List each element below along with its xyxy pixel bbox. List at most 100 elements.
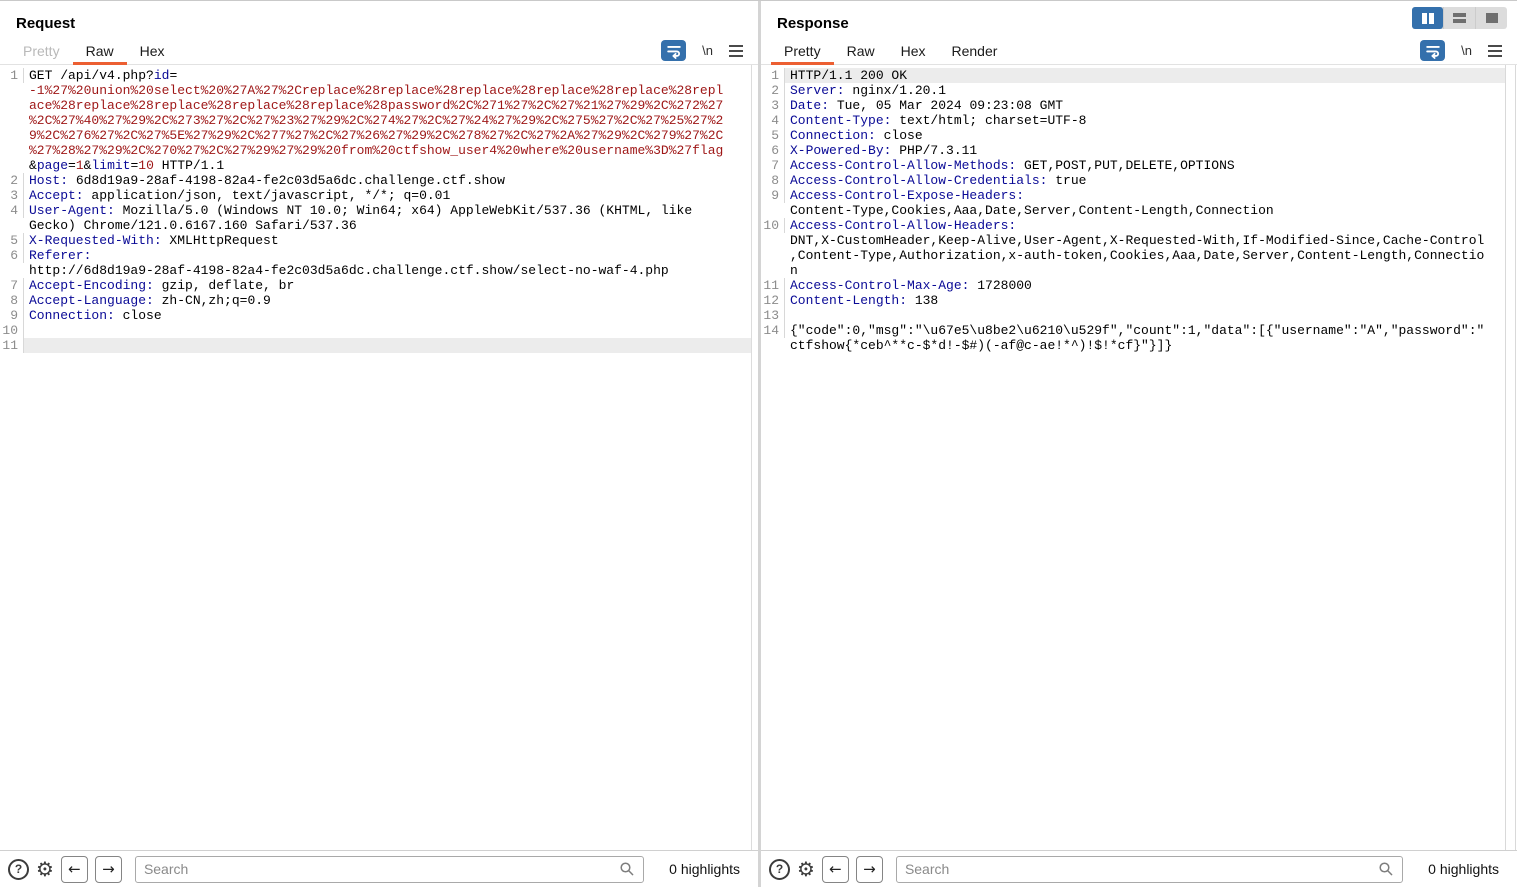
code-line[interactable]: 12 Content-Length: 138 xyxy=(761,293,1505,308)
code-text: Connection: close xyxy=(790,128,923,143)
help-icon[interactable]: ? xyxy=(769,858,790,880)
layout-columns-button[interactable] xyxy=(1412,7,1443,29)
code-line[interactable]: 2 Host: 6d8d19a9-28af-4198-82a4-fe2c03d5a… xyxy=(0,173,751,188)
show-newlines-toggle[interactable]: \n xyxy=(702,43,713,58)
gear-icon[interactable]: ⚙ xyxy=(36,859,54,879)
code-line[interactable]: 6 Referer: http://6d8d19a9-28af-4198-82a4… xyxy=(0,248,751,278)
line-number: 9 xyxy=(761,188,785,203)
line-number: 5 xyxy=(761,128,785,143)
code-text: Access-Control-Expose-Headers: Content-T… xyxy=(790,188,1274,218)
response-tab-hex[interactable]: Hex xyxy=(888,37,939,64)
code-line[interactable]: 8 Access-Control-Allow-Credentials: true xyxy=(761,173,1505,188)
word-wrap-toggle-button[interactable] xyxy=(1420,40,1446,61)
code-line[interactable]: 7 Accept-Encoding: gzip, deflate, br xyxy=(0,278,751,293)
layout-single-button[interactable] xyxy=(1475,7,1507,29)
code-line[interactable]: 6 X-Powered-By: PHP/7.3.11 xyxy=(761,143,1505,158)
layout-selector xyxy=(1412,7,1507,29)
line-number: 12 xyxy=(761,293,785,308)
code-text: Access-Control-Max-Age: 1728000 xyxy=(790,278,1032,293)
next-match-button[interactable]: → xyxy=(855,855,883,883)
code-line[interactable]: 5 X-Requested-With: XMLHttpRequest xyxy=(0,233,751,248)
line-number: 10 xyxy=(761,218,785,233)
code-line[interactable]: 10 xyxy=(0,323,751,338)
line-number: 2 xyxy=(0,173,24,188)
request-tab-raw[interactable]: Raw xyxy=(72,37,127,65)
code-text: Connection: close xyxy=(29,308,162,323)
line-number: 7 xyxy=(0,278,24,293)
request-editor-zone: 1 GET /api/v4.php?id= -1%27%20union%20sel… xyxy=(0,65,752,850)
code-text: Access-Control-Allow-Headers: DNT,X-Cust… xyxy=(790,218,1485,278)
code-line[interactable]: 5 Connection: close xyxy=(761,128,1505,143)
response-tab-bar: Pretty Raw Hex Render \n xyxy=(761,37,1517,65)
request-tab-pretty[interactable]: Pretty xyxy=(10,37,73,64)
request-tab-bar: Pretty Raw Hex \n xyxy=(0,37,758,65)
code-line[interactable]: 2 Server: nginx/1.20.1 xyxy=(761,83,1505,98)
response-tab-pretty[interactable]: Pretty xyxy=(771,37,834,65)
request-tab-hex[interactable]: Hex xyxy=(127,37,178,64)
code-text: Date: Tue, 05 Mar 2024 09:23:08 GMT xyxy=(790,98,1064,113)
request-search-box xyxy=(134,855,645,883)
word-wrap-toggle-button[interactable] xyxy=(661,40,687,61)
request-search-input[interactable] xyxy=(135,861,620,877)
line-number: 4 xyxy=(761,113,785,128)
search-icon xyxy=(619,861,635,877)
request-editor[interactable]: 1 GET /api/v4.php?id= -1%27%20union%20sel… xyxy=(0,65,751,850)
line-number: 14 xyxy=(761,323,785,338)
code-text: Host: 6d8d19a9-28af-4198-82a4-fe2c03d5a6… xyxy=(29,173,505,188)
code-line[interactable]: 4 User-Agent: Mozilla/5.0 (Windows NT 10.… xyxy=(0,203,751,233)
line-number: 9 xyxy=(0,308,24,323)
line-number: 11 xyxy=(0,338,24,353)
code-text: Access-Control-Allow-Methods: GET,POST,P… xyxy=(790,158,1235,173)
code-line[interactable]: 11 xyxy=(0,338,751,353)
help-icon[interactable]: ? xyxy=(8,858,29,880)
code-text: Access-Control-Allow-Credentials: true xyxy=(790,173,1087,188)
response-editor-zone: 1 HTTP/1.1 200 OK 2 Server: nginx/1.20.1 3 Da… xyxy=(761,65,1517,850)
response-tab-raw[interactable]: Raw xyxy=(834,37,888,64)
line-number: 2 xyxy=(761,83,785,98)
prev-match-button[interactable]: ← xyxy=(60,855,88,883)
code-line[interactable]: 9 Access-Control-Expose-Headers: Content-… xyxy=(761,188,1505,218)
code-line[interactable]: 10 Access-Control-Allow-Headers: DNT,X-Cu… xyxy=(761,218,1505,278)
editor-menu-button[interactable] xyxy=(1488,44,1502,57)
line-number: 6 xyxy=(0,248,24,263)
request-title: Request xyxy=(16,15,76,32)
code-text: {"code":0,"msg":"\u67e5\u8be2\u6210\u529… xyxy=(790,323,1485,353)
editor-menu-button[interactable] xyxy=(729,44,743,57)
line-number: 1 xyxy=(0,68,24,83)
single-layout-icon xyxy=(1485,13,1498,23)
code-line[interactable]: 14 {"code":0,"msg":"\u67e5\u8be2\u6210\u5… xyxy=(761,323,1505,353)
request-bottom-bar: ? ⚙ ← → 0 highlights xyxy=(0,850,758,887)
prev-match-button[interactable]: ← xyxy=(821,855,849,883)
code-line[interactable]: 3 Date: Tue, 05 Mar 2024 09:23:08 GMT xyxy=(761,98,1505,113)
line-number: 6 xyxy=(761,143,785,158)
code-line[interactable]: 13 xyxy=(761,308,1505,323)
code-text: Server: nginx/1.20.1 xyxy=(790,83,947,98)
code-line[interactable]: 1 GET /api/v4.php?id= -1%27%20union%20sel… xyxy=(0,68,751,173)
gear-icon[interactable]: ⚙ xyxy=(797,859,815,879)
code-line[interactable]: 1 HTTP/1.1 200 OK xyxy=(761,68,1505,83)
code-text: HTTP/1.1 200 OK xyxy=(785,68,1505,83)
response-scrollbar-gutter[interactable] xyxy=(1505,65,1516,850)
code-text: GET /api/v4.php?id= -1%27%20union%20sele… xyxy=(29,68,724,173)
code-line[interactable]: 9 Connection: close xyxy=(0,308,751,323)
show-newlines-toggle[interactable]: \n xyxy=(1461,43,1472,58)
line-number: 3 xyxy=(0,188,24,203)
code-text: User-Agent: Mozilla/5.0 (Windows NT 10.0… xyxy=(29,203,693,233)
code-line[interactable]: 7 Access-Control-Allow-Methods: GET,POST,… xyxy=(761,158,1505,173)
request-tab-tools: \n xyxy=(661,37,758,64)
response-tab-tools: \n xyxy=(1420,37,1517,64)
code-line[interactable]: 4 Content-Type: text/html; charset=UTF-8 xyxy=(761,113,1505,128)
response-panel: Response Pretty Raw Hex Render \n 1 HTTP… xyxy=(761,1,1517,887)
code-line[interactable]: 3 Accept: application/json, text/javascri… xyxy=(0,188,751,203)
response-search-input[interactable] xyxy=(896,861,1379,877)
line-number: 10 xyxy=(0,323,24,338)
next-match-button[interactable]: → xyxy=(94,855,122,883)
code-line[interactable]: 11 Access-Control-Max-Age: 1728000 xyxy=(761,278,1505,293)
response-editor[interactable]: 1 HTTP/1.1 200 OK 2 Server: nginx/1.20.1 3 Da… xyxy=(761,65,1505,850)
layout-rows-button[interactable] xyxy=(1443,7,1475,29)
response-tab-render[interactable]: Render xyxy=(939,37,1011,64)
line-number: 8 xyxy=(761,173,785,188)
line-number: 1 xyxy=(761,68,785,83)
code-line[interactable]: 8 Accept-Language: zh-CN,zh;q=0.9 xyxy=(0,293,751,308)
